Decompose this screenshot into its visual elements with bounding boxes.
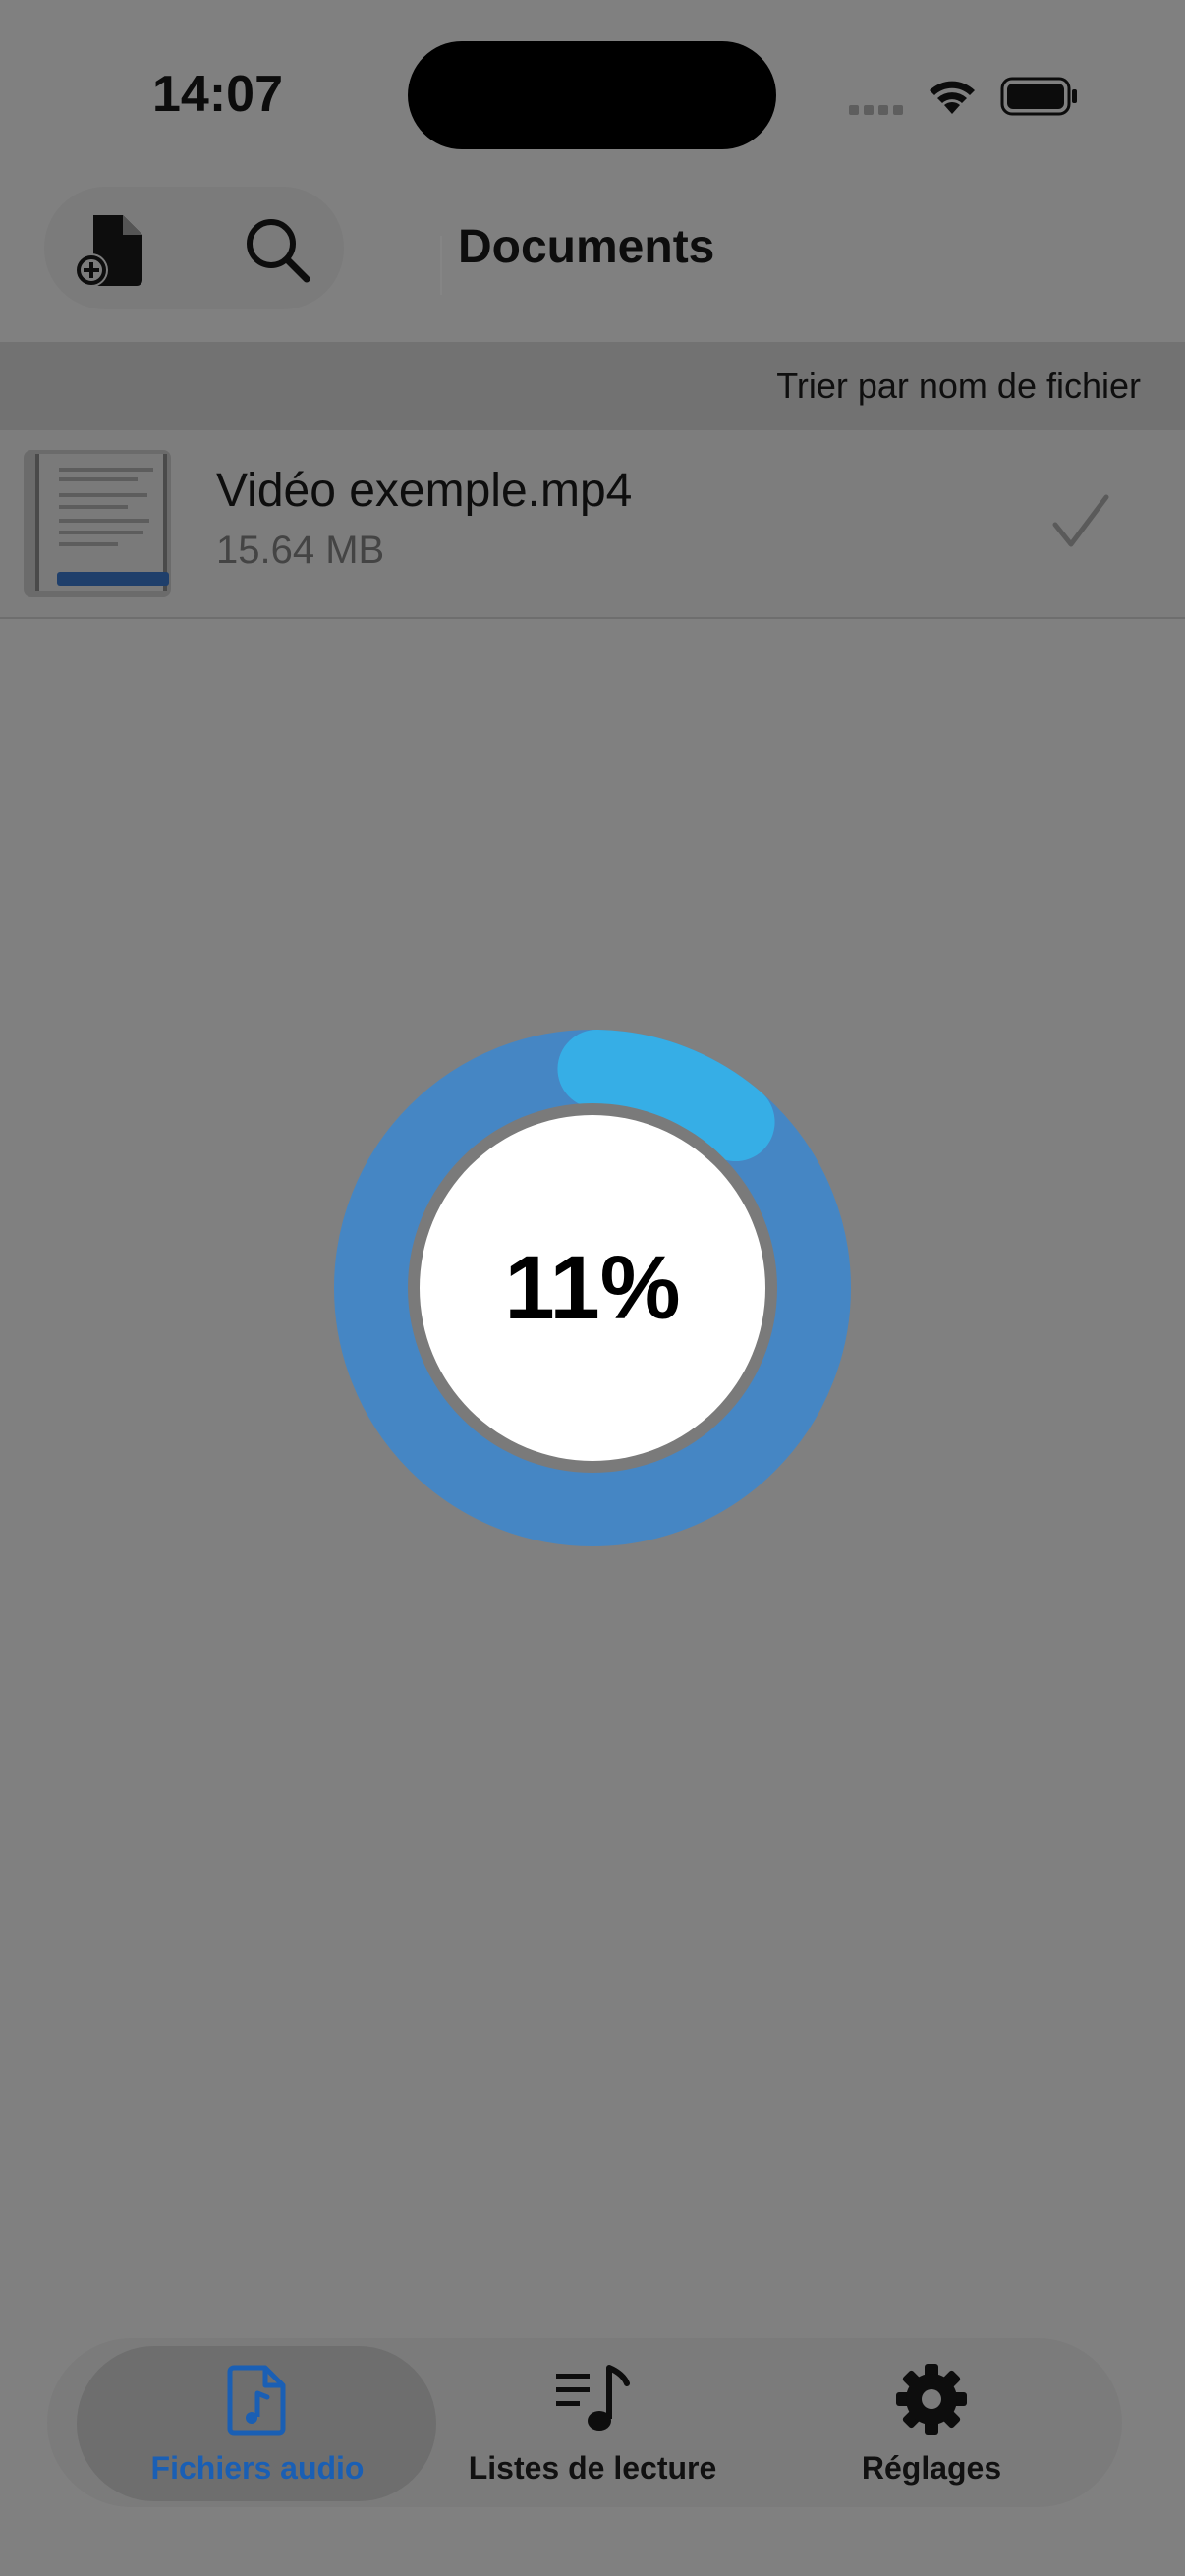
page-title: Documents [458, 221, 715, 273]
battery-icon [1000, 77, 1077, 116]
tab-audio-files[interactable]: Fichiers audio [90, 2354, 424, 2501]
new-document-button[interactable] [69, 206, 157, 295]
search-button[interactable] [234, 206, 322, 295]
tab-playlists[interactable]: Listes de lecture [425, 2354, 760, 2501]
file-thumbnail [24, 450, 171, 597]
cellular-signal-icon [849, 102, 908, 120]
progress-indicator: 11% [334, 1030, 851, 1546]
progress-percent: 11% [504, 1237, 681, 1338]
gear-icon [896, 2364, 967, 2435]
doc-plus-icon [75, 215, 142, 287]
tab-label: Réglages [861, 2450, 1002, 2486]
status-time: 14:07 [152, 66, 283, 123]
file-row[interactable]: Vidéo exemple.mp4 15.64 MB [0, 430, 1185, 619]
audio-file-icon [227, 2365, 286, 2436]
playlist-icon [556, 2365, 630, 2431]
title-divider [440, 236, 442, 295]
checkmark-icon [1052, 494, 1109, 547]
file-name: Vidéo exemple.mp4 [216, 465, 633, 517]
tab-label: Listes de lecture [468, 2450, 717, 2486]
status-bar: 14:07 [0, 0, 1185, 187]
file-size: 15.64 MB [216, 529, 385, 572]
wifi-icon [930, 81, 975, 114]
tab-label: Fichiers audio [150, 2450, 365, 2486]
sort-bar: Trier par nom de fichier [0, 342, 1185, 430]
search-icon [247, 219, 310, 283]
sort-button[interactable]: Trier par nom de fichier [776, 365, 1141, 407]
dynamic-island [408, 41, 776, 149]
tab-settings[interactable]: Réglages [764, 2354, 1099, 2501]
